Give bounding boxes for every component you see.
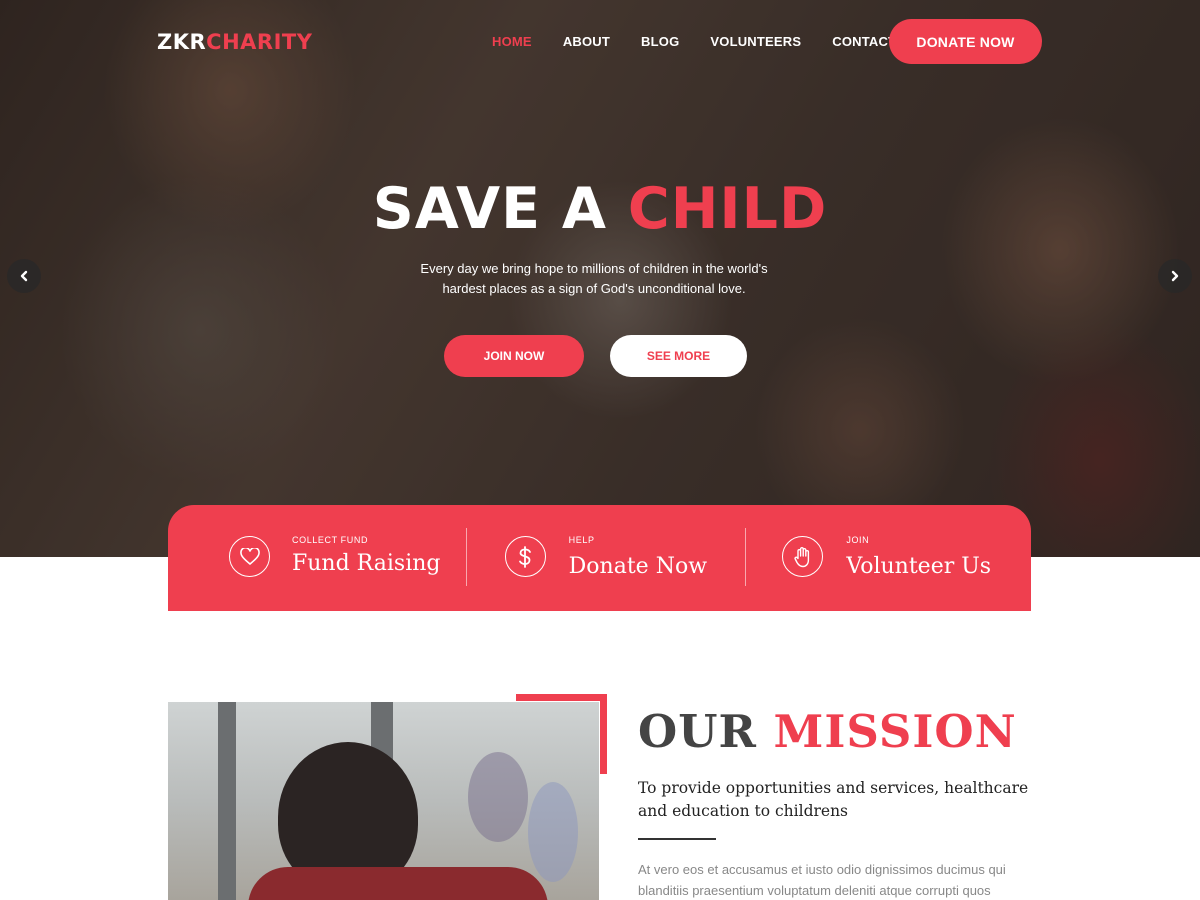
photo-bg-blur <box>528 782 578 882</box>
chevron-right-icon <box>1171 270 1179 282</box>
photo-child-shirt <box>248 867 548 900</box>
nav-volunteers[interactable]: VOLUNTEERS <box>710 34 801 49</box>
main-nav: HOME ABOUT BLOG VOLUNTEERS CONTACT <box>492 34 927 49</box>
dollar-icon <box>504 536 546 577</box>
feature-small-label: JOIN <box>846 535 870 545</box>
hand-icon <box>782 536 824 577</box>
mission-body: At vero eos et accusamus et iusto odio d… <box>638 862 1006 898</box>
mission-title-gray: OUR <box>638 705 757 758</box>
nav-contact[interactable]: CONTACT <box>832 34 896 49</box>
mission-title-red: MISSION <box>773 705 1017 758</box>
mission-photo <box>168 702 599 900</box>
feature-volunteer-us[interactable]: JOIN Volunteer Us <box>743 505 1031 611</box>
hero-title-red: CHILD <box>627 176 828 242</box>
site-logo[interactable]: ZKRCHARITY <box>157 30 312 54</box>
feature-donate-now[interactable]: HELP Donate Now <box>456 505 744 611</box>
feature-small-label: COLLECT FUND <box>292 535 369 545</box>
mission-divider <box>638 838 716 840</box>
hero-subtitle: Every day we bring hope to millions of c… <box>420 261 768 296</box>
chevron-left-icon <box>20 270 28 282</box>
logo-part-2: CHARITY <box>206 30 313 54</box>
slider-prev-button[interactable] <box>7 259 41 293</box>
feature-big-label: Volunteer Us <box>846 554 992 579</box>
mission-title: OUR MISSION <box>638 705 1017 758</box>
navbar: ZKRCHARITY HOME ABOUT BLOG VOLUNTEERS CO… <box>0 0 1200 84</box>
hero-slider: ZKRCHARITY HOME ABOUT BLOG VOLUNTEERS CO… <box>0 0 1200 557</box>
photo-bg-blur <box>468 752 528 842</box>
nav-blog[interactable]: BLOG <box>641 34 679 49</box>
see-more-button[interactable]: SEE MORE <box>610 335 747 377</box>
heart-icon <box>229 536 270 577</box>
hero-title-white: SAVE A <box>372 176 608 242</box>
feature-fund-raising[interactable]: COLLECT FUND Fund Raising <box>168 505 456 611</box>
nav-about[interactable]: ABOUT <box>563 34 610 49</box>
nav-home[interactable]: HOME <box>492 34 532 49</box>
mission-lead: To provide opportunities and services, h… <box>638 779 1029 820</box>
logo-part-1: ZKR <box>157 30 207 54</box>
slider-next-button[interactable] <box>1158 259 1192 293</box>
feature-small-label: HELP <box>568 535 595 545</box>
features-bar: COLLECT FUND Fund Raising HELP Donate No… <box>168 505 1031 611</box>
donate-now-button[interactable]: DONATE NOW <box>889 19 1042 64</box>
feature-big-label: Fund Raising <box>292 551 441 576</box>
photo-bg-pole <box>218 702 236 900</box>
feature-big-label: Donate Now <box>568 554 708 579</box>
join-now-button[interactable]: JOIN NOW <box>444 335 584 377</box>
hero-title: SAVE A CHILD <box>0 176 1200 242</box>
